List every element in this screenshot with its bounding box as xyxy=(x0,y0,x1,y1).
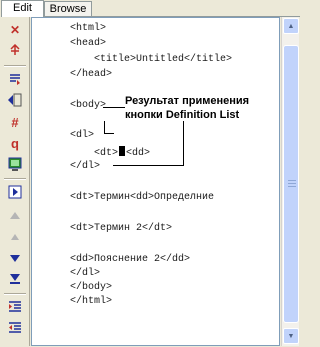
code-line: <title>Untitled</title> xyxy=(70,54,233,65)
callout-leader-right xyxy=(183,121,184,165)
up-small-icon[interactable] xyxy=(5,228,25,246)
hash-symbol: # xyxy=(11,114,19,130)
code-line: <dt>Термин<dd>Определние xyxy=(70,192,215,203)
tab-edit[interactable]: Edit xyxy=(1,0,44,17)
scroll-down-button[interactable]: ▼ xyxy=(283,328,299,344)
code-line: </dl> xyxy=(70,161,101,172)
callout-leader-top xyxy=(103,107,125,108)
tab-browse[interactable]: Browse xyxy=(44,1,92,16)
scroll-thumb[interactable] xyxy=(283,45,299,323)
code-line: <dl> xyxy=(70,130,95,141)
callout-leader-bottom xyxy=(113,165,184,166)
code-line: <dd>Пояснение 2</dd> xyxy=(70,254,191,265)
code-line: <body> xyxy=(70,100,107,111)
code-line: <head> xyxy=(70,38,107,49)
definition-list-icon[interactable] xyxy=(5,91,25,109)
callout-leader-link xyxy=(104,133,114,134)
vertical-toolbar: ✕ # q xyxy=(1,17,30,346)
code-editor[interactable]: <html> <head> <title>Untitled</title> </… xyxy=(31,17,280,346)
code-text: <dd> xyxy=(126,148,151,159)
toolbar-separator xyxy=(4,178,26,180)
code-line-cursor: <dt> <dd> xyxy=(70,146,150,160)
outdent-icon[interactable] xyxy=(5,319,25,337)
scroll-grip xyxy=(288,186,296,187)
hash-icon[interactable]: # xyxy=(5,113,25,131)
list-icon[interactable] xyxy=(5,70,25,88)
code-text: <dt> xyxy=(70,148,119,159)
close-icon[interactable]: ✕ xyxy=(5,21,25,39)
tab-bar: Edit Browse xyxy=(0,0,300,17)
insert-tag-icon[interactable] xyxy=(5,41,25,59)
callout-leader-vertical xyxy=(104,121,105,133)
code-line: </html> xyxy=(70,296,113,307)
close-symbol: ✕ xyxy=(9,23,21,37)
callout-text: Результат применения кнопки Definition L… xyxy=(125,95,250,121)
monitor-icon[interactable] xyxy=(5,155,25,173)
up-icon[interactable] xyxy=(5,207,25,225)
down-end-icon[interactable] xyxy=(5,270,25,288)
scroll-up-button[interactable]: ▲ xyxy=(283,18,299,34)
scroll-grip xyxy=(288,180,296,181)
code-line: <dt>Термин 2</dt> xyxy=(70,223,173,234)
code-line: </head> xyxy=(70,69,113,80)
code-line: </dl> xyxy=(70,268,101,279)
paragraph-icon[interactable]: q xyxy=(5,134,25,152)
down-icon[interactable] xyxy=(5,249,25,267)
vertical-scrollbar[interactable]: ▲ ▼ xyxy=(281,17,299,346)
toolbar-separator xyxy=(4,65,26,67)
scroll-grip xyxy=(288,183,296,184)
toolbar-separator xyxy=(4,293,26,295)
indent-icon[interactable] xyxy=(5,298,25,316)
paragraph-symbol: q xyxy=(11,135,19,151)
play-icon[interactable] xyxy=(5,183,25,201)
text-cursor xyxy=(119,146,126,156)
code-line: <html> xyxy=(70,23,107,34)
code-line: </body> xyxy=(70,282,113,293)
